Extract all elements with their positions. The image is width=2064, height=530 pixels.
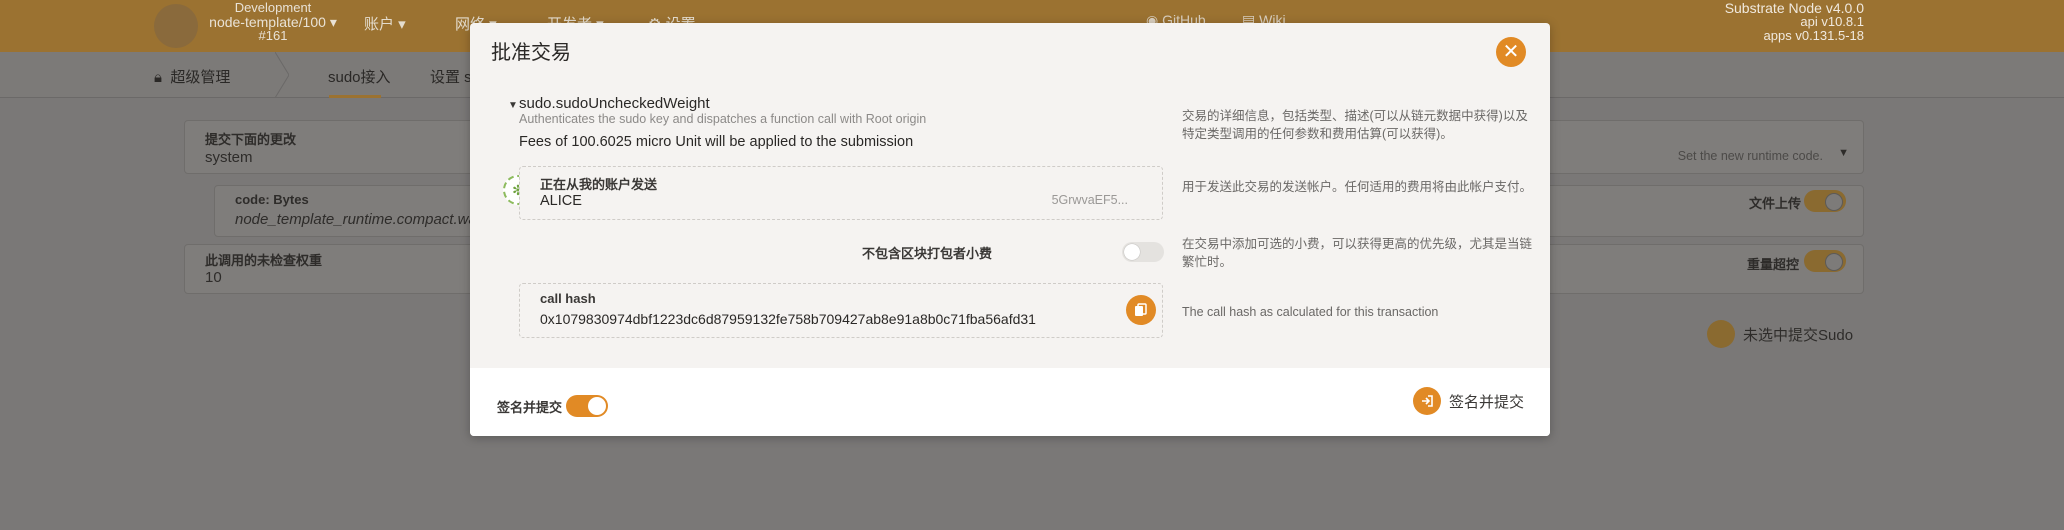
file-upload-label: 文件上传: [1749, 196, 1802, 211]
call-details[interactable]: ▼ sudo.sudoUncheckedWeight Authenticates…: [508, 95, 927, 126]
hint-hash: The call hash as calculated for this tra…: [1182, 305, 1439, 319]
lock-icon: 🔒︎: [154, 69, 162, 86]
modal-footer: 签名并提交 签名并提交: [470, 368, 1550, 436]
call-description: Authenticates the sudo key and dispatche…: [519, 112, 927, 126]
breadcrumb-separator: [275, 52, 289, 98]
hint-tip: 在交易中添加可选的小费，可以获得更高的优先级，尤其是当链繁忙时。: [1182, 237, 1533, 269]
call-name: sudo.sudoUncheckedWeight: [519, 95, 710, 112]
chevron-down-icon: ▼: [1838, 147, 1849, 159]
submit-unchecked-button[interactable]: 未选中提交Sudo: [1707, 320, 1853, 348]
sender-address: 5GrwvaEF5...: [1051, 193, 1128, 207]
chevron-down-icon: ▾: [329, 14, 337, 30]
chain-selector[interactable]: Development node-template/100 ▾ #161: [208, 1, 338, 43]
call-hash-field: call hash 0x1079830974dbf1223dc6d8795913…: [519, 283, 1163, 338]
chain-logo[interactable]: [154, 4, 198, 48]
sender-account-select[interactable]: 正在从我的账户发送 ALICE 5GrwvaEF5...: [519, 166, 1163, 220]
call-hash-value: 0x1079830974dbf1223dc6d87959132fe758b709…: [540, 311, 1036, 327]
tab-set-key[interactable]: 设置 s: [430, 66, 472, 87]
sign-and-submit-toggle[interactable]: [566, 395, 608, 417]
sign-toggle-label: 签名并提交: [497, 400, 563, 415]
tip-toggle[interactable]: [1122, 242, 1164, 262]
caret-down-icon[interactable]: ▼: [508, 100, 518, 111]
modal-title: 批准交易: [491, 42, 571, 64]
tip-label: 不包含区块打包者小费: [861, 246, 992, 261]
fees-text: Fees of 100.6025 micro Unit will be appl…: [519, 134, 914, 150]
hint-sender: 用于发送此交易的发送帐户。任何适用的费用将由此帐户支付。: [1182, 180, 1533, 194]
overweight-label: 重量超控: [1747, 257, 1800, 272]
method-hint: Set the new runtime code.: [1677, 149, 1823, 163]
menu-accounts[interactable]: 账户 ▾: [364, 13, 406, 34]
hint-call: 交易的详细信息，包括类型、描述(可以从链元数据中获得)以及特定类型调用的任何参数…: [1182, 109, 1528, 141]
sign-in-icon: [1413, 387, 1441, 415]
sender-name: ALICE: [540, 193, 582, 209]
copy-button[interactable]: [1126, 295, 1156, 325]
overweight-toggle[interactable]: [1804, 250, 1846, 272]
tab-sudo[interactable]: sudo接入: [328, 66, 391, 87]
section-title: 🔒︎ 超级管理: [154, 69, 231, 86]
copy-icon: [1135, 303, 1147, 316]
close-button[interactable]: ✕: [1496, 37, 1526, 67]
close-icon: ✕: [1502, 41, 1520, 63]
file-upload-toggle[interactable]: [1804, 190, 1846, 212]
version-info: Substrate Node v4.0.0 api v10.8.1 apps v…: [1724, 0, 1864, 43]
sign-and-submit-button[interactable]: 签名并提交: [1413, 386, 1524, 416]
approve-transaction-modal: 批准交易 ✕ ▼ sudo.sudoUncheckedWeight Authen…: [470, 23, 1550, 436]
chain-name: Development: [234, 0, 312, 15]
block-number: #161: [258, 28, 288, 43]
sign-in-icon: [1707, 320, 1735, 348]
tab-active-indicator: [329, 95, 381, 98]
